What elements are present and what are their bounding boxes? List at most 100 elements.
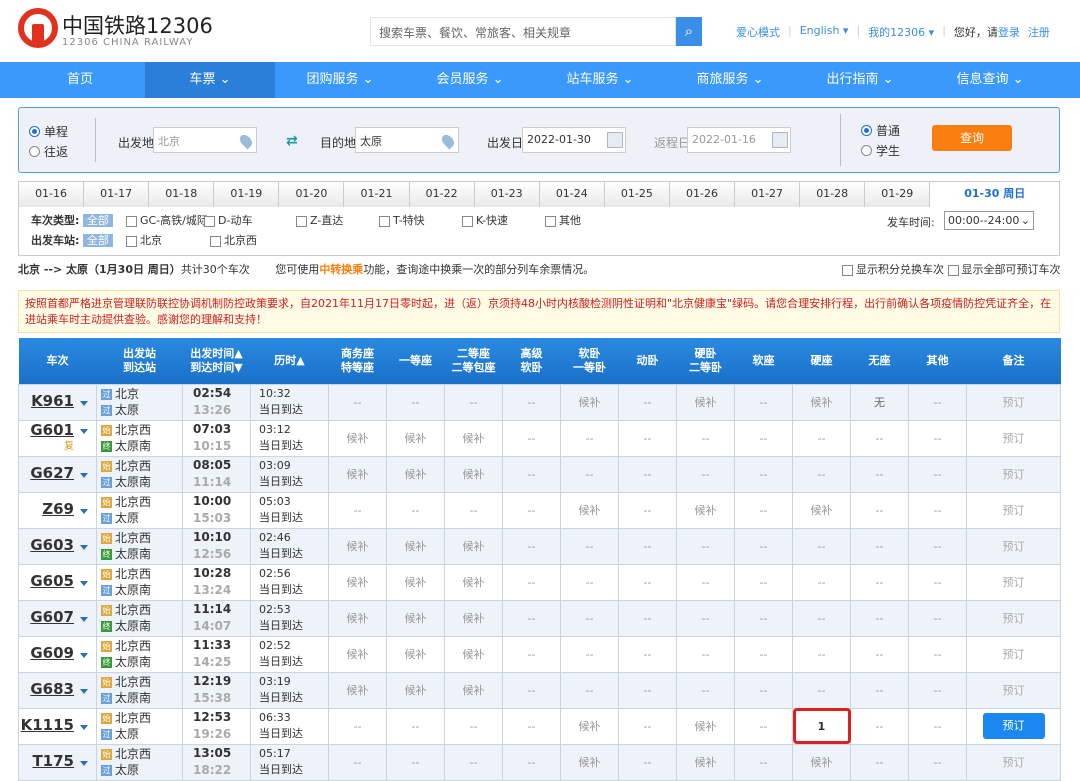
arrival-station[interactable]: 太原南 — [115, 439, 151, 453]
show-all-bookable-checkbox[interactable]: 显示全部可预订车次 — [948, 263, 1061, 276]
train-type-all[interactable]: 全部 — [83, 214, 113, 227]
calendar-icon[interactable] — [772, 132, 788, 148]
seat-availability[interactable]: 候补 — [445, 420, 503, 456]
departure-station[interactable]: 北京西 — [115, 603, 151, 617]
date-tab[interactable]: 01-26 — [670, 182, 735, 207]
seat-availability[interactable]: 候补 — [677, 492, 735, 528]
departure-station[interactable]: 北京西 — [115, 567, 151, 581]
column-header[interactable]: 出发时间▲ 到达时间▼ — [183, 338, 251, 384]
seat-availability[interactable]: 候补 — [329, 564, 387, 600]
train-code-link[interactable]: T175 — [32, 752, 74, 770]
train-code-link[interactable]: G603 — [30, 536, 74, 554]
arrival-station[interactable]: 太原南 — [115, 583, 151, 597]
arrival-station[interactable]: 太原 — [115, 763, 139, 777]
expand-stops-icon[interactable] — [80, 653, 88, 658]
date-tab[interactable]: 01-30 周日 — [930, 182, 1059, 207]
book-button[interactable]: 预订 — [1003, 756, 1025, 769]
expand-stops-icon[interactable] — [80, 545, 88, 550]
seat-availability[interactable]: 候补 — [329, 600, 387, 636]
train-type-filter[interactable]: K-快速 — [462, 212, 508, 228]
seat-availability[interactable]: 候补 — [445, 528, 503, 564]
login-link[interactable]: 登录 — [998, 26, 1020, 39]
seat-availability[interactable]: 候补 — [561, 492, 619, 528]
departure-station[interactable]: 北京西 — [115, 639, 151, 653]
seat-availability[interactable]: 候补 — [445, 456, 503, 492]
seat-availability[interactable]: 候补 — [561, 744, 619, 780]
date-tab[interactable]: 01-19 — [214, 182, 279, 207]
expand-stops-icon[interactable] — [80, 761, 88, 766]
calendar-icon[interactable] — [607, 132, 623, 148]
train-code-link[interactable]: G607 — [30, 608, 74, 626]
train-code-link[interactable]: G609 — [30, 644, 74, 662]
arrival-station[interactable]: 太原南 — [115, 619, 151, 633]
date-tab[interactable]: 01-24 — [540, 182, 605, 207]
depart-time-select[interactable]: 00:00--24:00⌄ — [944, 211, 1034, 230]
seat-availability[interactable]: 候补 — [793, 744, 851, 780]
train-type-filter[interactable]: Z-直达 — [296, 212, 343, 228]
round-trip-radio[interactable]: 往返 — [29, 141, 68, 161]
expand-stops-icon[interactable] — [80, 429, 88, 434]
book-button[interactable]: 预订 — [1003, 504, 1025, 517]
book-button[interactable]: 预订 — [1003, 612, 1025, 625]
seat-availability[interactable]: 候补 — [793, 492, 851, 528]
seat-availability[interactable]: 候补 — [387, 672, 445, 708]
book-button[interactable]: 预订 — [1003, 684, 1025, 697]
expand-stops-icon[interactable] — [80, 473, 88, 478]
book-button[interactable]: 预订 — [1003, 540, 1025, 553]
expand-stops-icon[interactable] — [80, 617, 88, 622]
nav-item-2[interactable]: 团购服务 ⌄ — [275, 62, 405, 98]
train-code-link[interactable]: K961 — [31, 392, 74, 410]
nav-item-5[interactable]: 商旅服务 ⌄ — [665, 62, 795, 98]
train-code-link[interactable]: G683 — [30, 680, 74, 698]
expand-stops-icon[interactable] — [80, 725, 88, 730]
date-tab[interactable]: 01-23 — [475, 182, 540, 207]
train-code-link[interactable]: Z69 — [42, 500, 74, 518]
nav-item-0[interactable]: 首页 — [15, 62, 145, 98]
arrival-station[interactable]: 太原 — [115, 727, 139, 741]
seat-availability[interactable]: 候补 — [387, 456, 445, 492]
language-dropdown[interactable]: English ▾ — [800, 24, 849, 40]
seat-availability[interactable]: 候补 — [445, 564, 503, 600]
arrival-station[interactable]: 太原南 — [115, 475, 151, 489]
nav-item-1[interactable]: 车票 ⌄ — [145, 62, 275, 98]
search-input[interactable]: 搜索车票、餐饮、常旅客、相关规章 — [370, 17, 676, 46]
seat-availability[interactable]: 候补 — [387, 564, 445, 600]
date-tab[interactable]: 01-18 — [149, 182, 214, 207]
seat-availability[interactable]: 候补 — [329, 420, 387, 456]
station-filter-beijing[interactable]: 北京 — [126, 232, 162, 248]
arrival-station[interactable]: 太原南 — [115, 655, 151, 669]
departure-station[interactable]: 北京西 — [115, 675, 151, 689]
date-tab[interactable]: 01-20 — [279, 182, 344, 207]
nav-item-6[interactable]: 出行指南 ⌄ — [795, 62, 925, 98]
seat-availability[interactable]: 1 — [793, 708, 851, 744]
date-tab[interactable]: 01-25 — [605, 182, 670, 207]
seat-availability[interactable]: 候补 — [677, 708, 735, 744]
student-ticket-radio[interactable]: 学生 — [861, 140, 900, 160]
date-tab[interactable]: 01-29 — [865, 182, 930, 207]
book-button[interactable]: 预订 — [1003, 576, 1025, 589]
seat-availability[interactable]: 候补 — [387, 636, 445, 672]
seat-availability[interactable]: 候补 — [793, 384, 851, 420]
departure-station[interactable]: 北京西 — [115, 711, 151, 725]
seat-availability[interactable]: 候补 — [329, 456, 387, 492]
station-all[interactable]: 全部 — [83, 234, 113, 247]
query-button[interactable]: 查询 — [932, 125, 1012, 151]
nav-item-7[interactable]: 信息查询 ⌄ — [925, 62, 1055, 98]
seat-availability[interactable]: 候补 — [677, 384, 735, 420]
departure-station[interactable]: 北京西 — [115, 459, 151, 473]
departure-station[interactable]: 北京西 — [115, 747, 151, 761]
departure-station[interactable]: 北京 — [115, 387, 139, 401]
seat-availability[interactable]: 候补 — [329, 636, 387, 672]
column-header[interactable]: 历时▲ — [251, 338, 329, 384]
seat-availability[interactable]: 候补 — [387, 528, 445, 564]
expand-stops-icon[interactable] — [80, 689, 88, 694]
book-button[interactable]: 预订 — [1003, 468, 1025, 481]
nav-item-3[interactable]: 会员服务 ⌄ — [405, 62, 535, 98]
my-12306-dropdown[interactable]: 我的12306 ▾ — [868, 24, 934, 40]
seat-availability[interactable]: 候补 — [329, 528, 387, 564]
seat-availability[interactable]: 候补 — [561, 708, 619, 744]
station-filter-beijingxi[interactable]: 北京西 — [210, 232, 257, 248]
date-tab[interactable]: 01-22 — [410, 182, 475, 207]
transfer-link[interactable]: 中转换乘 — [319, 263, 363, 276]
normal-ticket-radio[interactable]: 普通 — [861, 120, 900, 140]
